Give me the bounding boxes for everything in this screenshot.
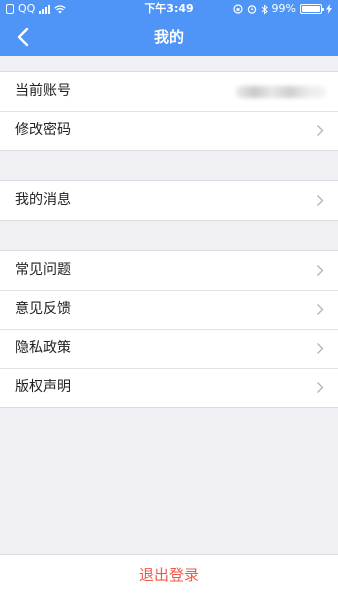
row-label: 修改密码	[15, 122, 71, 138]
navbar: 我的	[0, 18, 338, 56]
status-bar: QQ 下午3:49 99%	[0, 0, 338, 18]
info-group: 常见问题 意见反馈 隐私政策 版权声明	[0, 250, 338, 408]
row-current-account: 当前账号	[0, 72, 338, 111]
chevron-right-icon	[317, 265, 324, 276]
chevron-right-icon	[317, 304, 324, 315]
orientation-lock-icon	[232, 4, 243, 14]
header: QQ 下午3:49 99% 我的	[0, 0, 338, 56]
logout-bar: 退出登录	[0, 554, 338, 595]
row-label: 版权声明	[15, 379, 71, 395]
row-label: 当前账号	[15, 83, 71, 99]
status-right: 99%	[232, 0, 332, 18]
row-faq[interactable]: 常见问题	[0, 251, 338, 290]
battery-percent: 99%	[271, 2, 296, 15]
chevron-right-icon	[317, 125, 324, 136]
chevron-right-icon	[317, 382, 324, 393]
battery-icon	[300, 4, 324, 14]
page-title: 我的	[153, 28, 184, 46]
row-change-password[interactable]: 修改密码	[0, 111, 338, 150]
bluetooth-icon	[261, 3, 268, 15]
row-label: 隐私政策	[15, 340, 71, 356]
alarm-icon	[247, 5, 256, 14]
chevron-right-icon	[317, 195, 324, 206]
row-label: 我的消息	[15, 192, 71, 208]
account-value-blurred	[236, 72, 326, 111]
row-label: 意见反馈	[15, 301, 71, 317]
charging-icon	[326, 4, 332, 14]
messages-group: 我的消息	[0, 180, 338, 221]
row-feedback[interactable]: 意见反馈	[0, 290, 338, 329]
row-copyright[interactable]: 版权声明	[0, 368, 338, 407]
logout-button[interactable]: 退出登录	[0, 555, 338, 595]
account-group: 当前账号 修改密码	[0, 71, 338, 151]
chevron-right-icon	[317, 343, 324, 354]
row-privacy-policy[interactable]: 隐私政策	[0, 329, 338, 368]
row-label: 常见问题	[15, 262, 71, 278]
row-my-messages[interactable]: 我的消息	[0, 181, 338, 220]
